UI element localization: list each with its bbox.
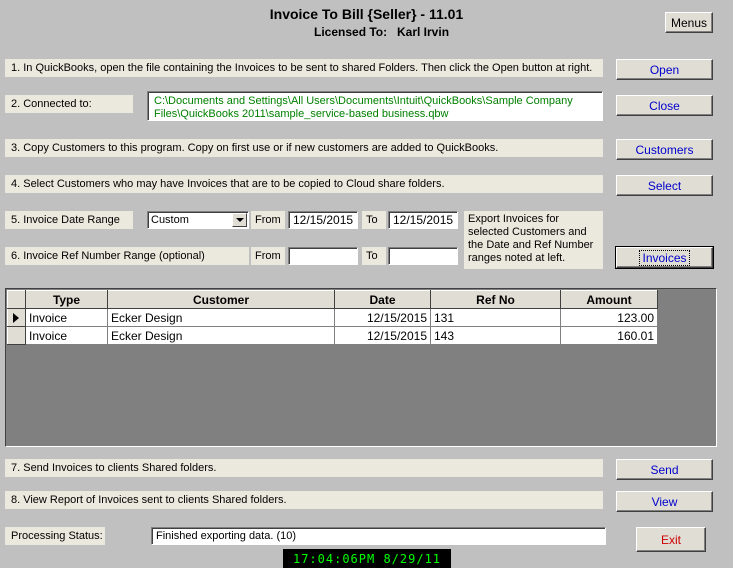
date-range-select-value: Custom — [151, 214, 189, 226]
step7-label: 7. Send Invoices to clients Shared folde… — [5, 459, 603, 477]
menus-button[interactable]: Menus — [665, 12, 713, 33]
licensed-name: Karl Irvin — [397, 25, 450, 39]
date-range-select[interactable]: Custom — [147, 211, 249, 229]
licensed-label: Licensed To: — [314, 25, 388, 39]
row-selector[interactable] — [7, 308, 26, 327]
processing-status-label: Processing Status: — [5, 527, 105, 545]
clock-display: 17:04:06PM 8/29/11 — [283, 549, 451, 568]
cell-date[interactable]: 12/15/2015 — [334, 308, 431, 327]
cell-date[interactable]: 12/15/2015 — [334, 326, 431, 345]
exit-button[interactable]: Exit — [636, 527, 706, 552]
grid-corner — [7, 290, 26, 309]
ref-to-input[interactable] — [388, 247, 458, 265]
open-button[interactable]: Open — [616, 59, 713, 80]
table-row[interactable]: Invoice Ecker Design 12/15/2015 131 123.… — [7, 308, 658, 327]
step2-label: 2. Connected to: — [5, 95, 133, 113]
cell-ref-no[interactable]: 131 — [430, 308, 561, 327]
send-button[interactable]: Send — [616, 459, 713, 480]
export-note: Export Invoices for selected Customers a… — [464, 211, 603, 269]
column-header-ref-no[interactable]: Ref No — [430, 290, 561, 309]
cell-ref-no[interactable]: 143 — [430, 326, 561, 345]
cell-amount[interactable]: 123.00 — [560, 308, 658, 327]
customers-button[interactable]: Customers — [616, 139, 713, 160]
step1-label: 1. In QuickBooks, open the file containi… — [5, 59, 603, 77]
chevron-down-icon[interactable] — [232, 213, 247, 227]
column-header-date[interactable]: Date — [334, 290, 431, 309]
cell-type[interactable]: Invoice — [25, 308, 108, 327]
date-to-label: To — [362, 211, 386, 229]
invoices-button-label: Invoices — [639, 249, 690, 266]
column-header-amount[interactable]: Amount — [560, 290, 658, 309]
date-to-input[interactable]: 12/15/2015 — [388, 211, 458, 229]
connected-file-path: C:\Documents and Settings\All Users\Docu… — [147, 91, 603, 121]
app-title: Invoice To Bill {Seller} - 11.01 — [269, 6, 464, 22]
table-row[interactable]: Invoice Ecker Design 12/15/2015 143 160.… — [7, 326, 658, 345]
row-selector[interactable] — [7, 326, 26, 345]
cell-type[interactable]: Invoice — [25, 326, 108, 345]
ref-to-label: To — [362, 247, 386, 265]
view-button[interactable]: View — [616, 491, 713, 512]
date-from-label: From — [251, 211, 285, 229]
step4-label: 4. Select Customers who may have Invoice… — [5, 175, 603, 193]
step5-label: 5. Invoice Date Range — [5, 211, 133, 229]
cell-customer[interactable]: Ecker Design — [107, 326, 335, 345]
step8-label: 8. View Report of Invoices sent to clien… — [5, 491, 603, 509]
processing-status-value: Finished exporting data. (10) — [151, 527, 606, 545]
column-header-type[interactable]: Type — [25, 290, 108, 309]
date-from-input[interactable]: 12/15/2015 — [288, 211, 358, 229]
cell-amount[interactable]: 160.01 — [560, 326, 658, 345]
step6-label: 6. Invoice Ref Number Range (optional) — [5, 247, 249, 265]
invoices-button[interactable]: Invoices — [615, 246, 714, 269]
cell-customer[interactable]: Ecker Design — [107, 308, 335, 327]
ref-from-label: From — [251, 247, 285, 265]
row-pointer-icon — [13, 313, 19, 323]
close-button[interactable]: Close — [616, 95, 713, 116]
column-header-customer[interactable]: Customer — [107, 290, 335, 309]
step3-label: 3. Copy Customers to this program. Copy … — [5, 139, 603, 157]
ref-from-input[interactable] — [288, 247, 358, 265]
select-button[interactable]: Select — [616, 175, 713, 196]
invoice-grid[interactable]: Type Customer Date Ref No Amount Invoice… — [5, 288, 717, 447]
